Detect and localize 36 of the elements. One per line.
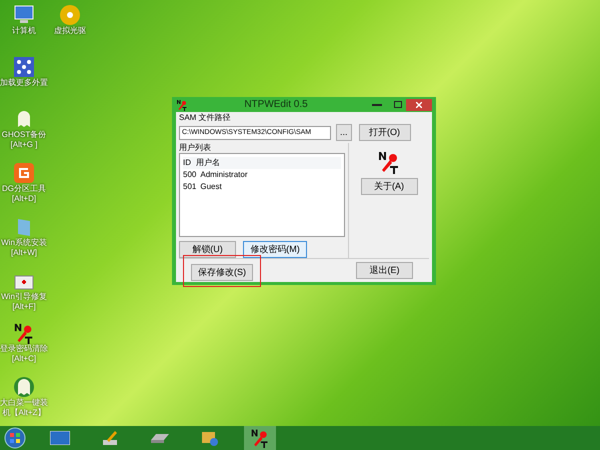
brush-icon[interactable] [101,429,119,447]
start-orb-icon[interactable] [4,427,26,449]
user-list-label: 用户列表 [179,143,212,153]
open-button[interactable]: 打开(O) [358,124,411,141]
toolbox-icon[interactable] [201,429,219,447]
save-button[interactable]: 保存修改(S) [191,264,253,280]
user-name[interactable]: Administrator [200,169,248,181]
disc-icon [59,4,81,26]
user-list[interactable]: ID 用户名 500 Administrator 501 Guest [179,153,345,237]
window-title: NTPWEdit 0.5 [243,98,309,112]
monitor-icon[interactable] [50,431,70,445]
browse-button[interactable]: ... [336,124,352,141]
user-name[interactable]: Guest [200,181,222,193]
maximize-icon[interactable] [394,101,402,108]
partition-icon [13,162,35,184]
grid-icon [13,56,35,78]
key-logo-icon [377,150,401,174]
key-logo-icon [13,322,35,344]
column-header[interactable]: ID [183,157,191,169]
user-id[interactable]: 500 [183,169,196,181]
computer-icon [13,4,35,26]
exit-button[interactable]: 退出(E) [356,262,413,279]
close-button[interactable] [406,98,432,110]
change-password-button[interactable]: 修改密码(M) [243,241,307,258]
drive-icon[interactable] [150,432,170,444]
taskbar-item[interactable] [244,426,276,450]
minimize-icon[interactable] [372,104,382,106]
key-logo-icon [250,428,270,448]
about-button[interactable]: 关于(A) [360,178,418,195]
close-icon[interactable] [416,102,422,108]
user-id[interactable]: 501 [183,181,196,193]
ghost-icon [13,376,35,398]
sam-label: SAM 文件路径 [179,113,232,123]
unlock-button[interactable]: 解锁(U) [179,241,236,258]
key-logo-icon [176,98,188,110]
column-header[interactable]: 用户名 [196,157,220,169]
